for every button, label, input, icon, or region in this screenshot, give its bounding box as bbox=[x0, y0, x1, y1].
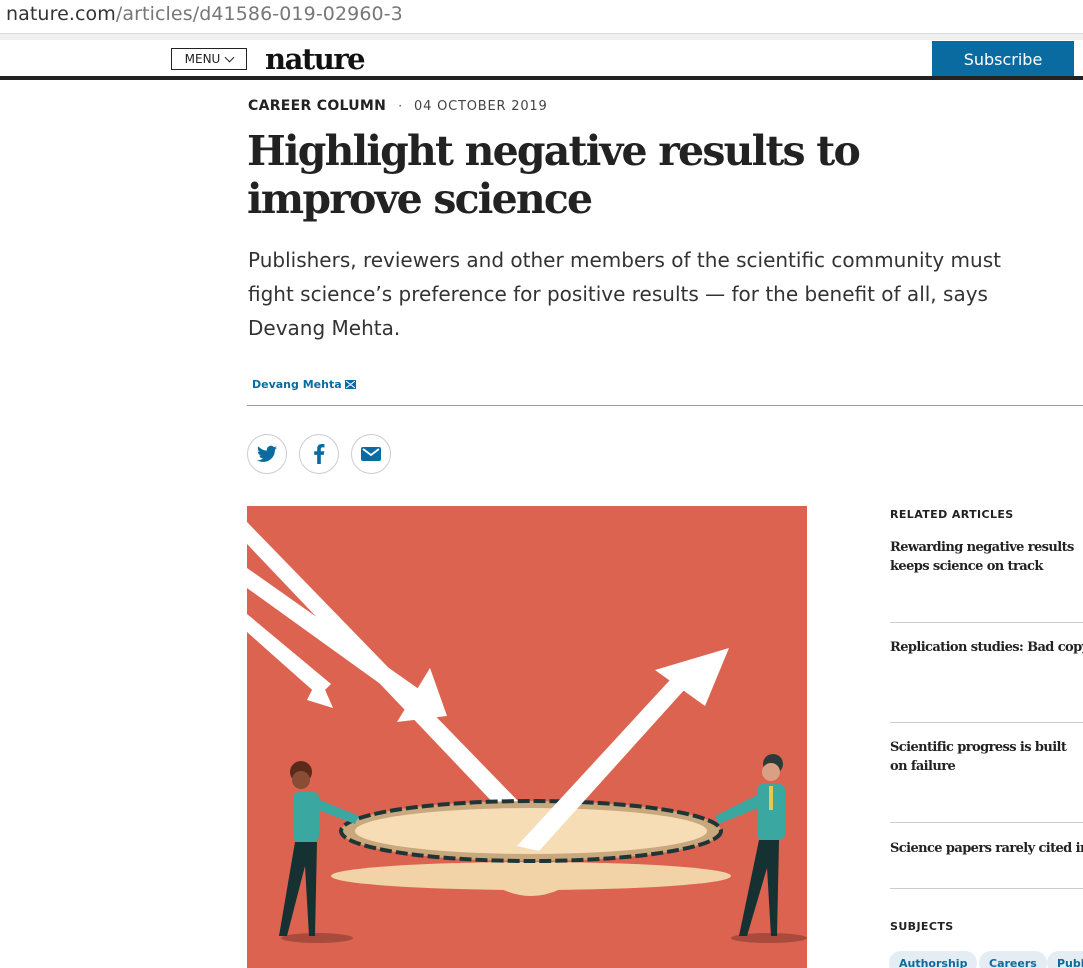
subjects-heading: SUBJECTS bbox=[890, 920, 954, 933]
related-article-link[interactable]: Replication studies: Bad copy bbox=[890, 638, 1083, 657]
author-link[interactable]: Devang Mehta bbox=[252, 378, 356, 391]
related-divider bbox=[890, 622, 1083, 623]
subscribe-button[interactable]: Subscribe bbox=[932, 41, 1074, 78]
related-divider bbox=[890, 822, 1083, 823]
article-title: Highlight negative results to improve sc… bbox=[247, 127, 861, 223]
article-standfirst: Publishers, reviewers and other members … bbox=[248, 248, 1001, 340]
header-rule bbox=[0, 76, 1083, 80]
menu-button[interactable]: MENU bbox=[171, 48, 247, 70]
chevron-down-icon bbox=[224, 52, 235, 62]
related-article-link[interactable]: Science papers rarely cited in negative … bbox=[890, 839, 1083, 858]
related-divider bbox=[890, 722, 1083, 723]
nature-logo[interactable]: nature bbox=[265, 42, 366, 76]
facebook-icon bbox=[314, 444, 325, 464]
mail-icon bbox=[344, 380, 356, 389]
address-bar[interactable]: nature.com/articles/d41586-019-02960-3 bbox=[0, 0, 1083, 34]
related-article-link[interactable]: Rewarding negative results keeps science… bbox=[890, 538, 1083, 576]
article-illustration bbox=[247, 506, 807, 968]
subject-tag[interactable]: Authorship bbox=[889, 951, 978, 968]
article-kicker: CAREER COLUMN · 04 OCTOBER 2019 bbox=[248, 98, 548, 114]
negative-results-illustration bbox=[247, 506, 807, 968]
site-header: MENU nature Subscribe bbox=[0, 40, 1083, 78]
twitter-icon bbox=[257, 445, 277, 462]
subject-tag[interactable]: Careers bbox=[979, 951, 1047, 968]
kicker-separator: · bbox=[398, 99, 403, 113]
byline-divider bbox=[247, 405, 1083, 406]
share-twitter-button[interactable] bbox=[247, 434, 287, 474]
article-type: CAREER COLUMN bbox=[248, 98, 387, 114]
related-divider bbox=[890, 888, 1083, 889]
related-articles-heading: RELATED ARTICLES bbox=[890, 508, 1014, 521]
menu-label: MENU bbox=[184, 52, 221, 66]
share-facebook-button[interactable] bbox=[299, 434, 339, 474]
url-path: /articles/d41586-019-02960-3 bbox=[115, 3, 403, 25]
email-icon bbox=[361, 447, 381, 461]
url-host: nature.com bbox=[6, 3, 116, 25]
author-name: Devang Mehta bbox=[252, 378, 342, 391]
related-article-link[interactable]: Scientific progress is built on failure bbox=[890, 738, 1083, 776]
article-date: 04 OCTOBER 2019 bbox=[414, 98, 548, 114]
url-text[interactable]: nature.com/articles/d41586-019-02960-3 bbox=[6, 3, 403, 25]
subject-tag[interactable]: Publishing bbox=[1047, 951, 1083, 968]
share-email-button[interactable] bbox=[351, 434, 391, 474]
